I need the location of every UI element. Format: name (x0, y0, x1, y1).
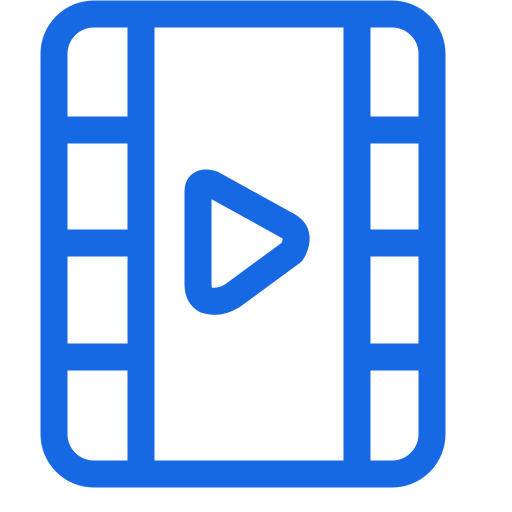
video-file-icon (0, 0, 512, 512)
video-file-icon-graphic (40, 0, 446, 488)
play-icon (184, 169, 310, 315)
